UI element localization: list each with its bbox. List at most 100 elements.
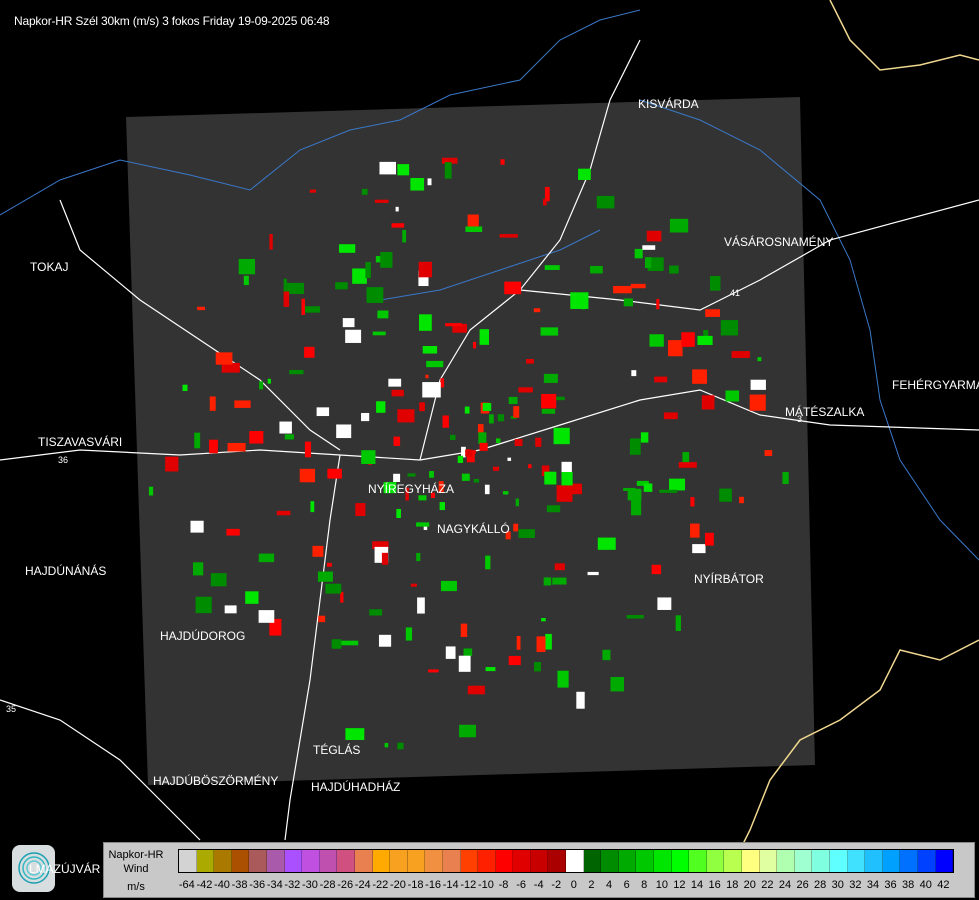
legend-swatch (724, 850, 742, 872)
radar-echo (492, 466, 500, 471)
radar-echo (631, 370, 637, 377)
radar-echo (361, 450, 376, 464)
radar-echo (499, 234, 518, 238)
radar-echo (460, 623, 468, 638)
radar-echo (705, 309, 721, 317)
radar-echo (148, 486, 154, 496)
radar-echo (710, 276, 721, 291)
radar-echo (378, 634, 392, 647)
radar-echo (654, 376, 668, 383)
legend-label: 42 (937, 879, 950, 891)
radar-echo (429, 471, 434, 478)
legend-label: 40 (919, 879, 932, 891)
legend-label: 26 (796, 879, 809, 891)
radar-echo (543, 577, 552, 586)
radar-echo (391, 223, 405, 228)
radar-echo (209, 396, 216, 411)
legend-label: 14 (690, 879, 704, 891)
legend-label: 38 (902, 879, 915, 891)
road-number: 41 (730, 288, 740, 298)
legend-swatch (460, 850, 479, 872)
radar-echo (623, 298, 633, 307)
legend-label: 22 (761, 879, 774, 891)
legend-label: 4 (605, 879, 613, 891)
color-legend: Napkor-HR Wind m/s -64 -42 -40 -38 -36 -34 -32… (103, 842, 975, 898)
radar-echo (395, 206, 399, 212)
radar-echo (467, 214, 479, 227)
radar-echo (536, 636, 546, 653)
radar-echo (669, 478, 686, 491)
radar-echo (459, 724, 476, 738)
radar-echo (450, 434, 456, 440)
radar-echo (182, 384, 188, 392)
legend-label: -10 (477, 879, 494, 891)
legend-swatch (407, 850, 426, 872)
radar-echo (416, 552, 421, 562)
legend-label: 34 (866, 879, 880, 891)
radar-echo (190, 520, 204, 533)
radar-echo (578, 168, 591, 180)
radar-echo (419, 402, 425, 412)
radar-echo (331, 639, 342, 649)
legend-swatch (337, 850, 355, 872)
city-label-fehergyarmat: FEHÉRGYARMA (892, 378, 979, 392)
legend-label: 20 (743, 879, 756, 891)
legend-swatch (530, 850, 549, 872)
radar-echo (215, 352, 233, 365)
radar-echo (407, 473, 416, 477)
radar-echo (227, 442, 246, 452)
radar-echo (327, 468, 342, 479)
radar-echo (283, 291, 290, 307)
legend-label: -32 (284, 879, 301, 891)
city-label-hajdunanas: HAJDÚNÁNÁS (25, 564, 107, 578)
radar-echo (286, 282, 304, 294)
radar-echo (534, 662, 541, 672)
radar-echo (553, 427, 570, 445)
city-label-hajdudorog: HAJDÚDOROG (160, 629, 246, 643)
legend-swatch (689, 850, 707, 872)
legend-swatch (390, 850, 408, 872)
radar-echo (750, 379, 766, 390)
legend-swatch (478, 850, 496, 872)
radar-echo (634, 248, 643, 259)
radar-echo (640, 432, 649, 443)
radar-echo (690, 497, 695, 507)
radar-echo (484, 484, 490, 495)
radar-echo (626, 615, 644, 619)
radar-echo (428, 669, 439, 673)
radar-echo (369, 609, 383, 616)
legend-swatch (495, 850, 514, 872)
city-label-vasarosnameny: VÁSÁROSNAMÉNY (724, 235, 834, 249)
radar-echo (380, 252, 393, 268)
legend-label: 36 (884, 879, 897, 891)
radar-map[interactable]: 36 35 41 3 (0, 0, 979, 900)
legend-label: -12 (460, 879, 477, 891)
radar-echo (546, 505, 561, 513)
city-label-tokaj: TOKAJ (30, 260, 69, 274)
radar-echo (544, 265, 560, 270)
city-label-nyirbator: NYÍRBÁTOR (694, 572, 764, 586)
legend-swatch (249, 850, 267, 872)
legend-label: -16 (425, 879, 442, 891)
legend-label: 10 (655, 879, 668, 891)
radar-echo (355, 503, 366, 516)
radar-echo (440, 580, 457, 592)
radar-echo (209, 439, 218, 454)
radar-echo (309, 189, 317, 193)
radar-echo (464, 406, 470, 414)
radar-echo (482, 402, 492, 411)
radar-echo (422, 382, 441, 398)
legend-label: -34 (266, 879, 283, 891)
legend-swatch (179, 850, 197, 872)
radar-echo (651, 564, 662, 575)
radar-echo (243, 275, 249, 286)
radar-echo (757, 357, 762, 362)
legend-label: 0 (570, 879, 577, 891)
legend-label: 24 (778, 879, 792, 891)
city-label-kisvarda: KISVÁRDA (638, 97, 699, 111)
legend-label: -22 (372, 879, 389, 891)
radar-echo (427, 178, 432, 186)
legend-swatch (601, 850, 619, 872)
radar-echo (267, 378, 271, 384)
radar-echo (194, 432, 201, 449)
